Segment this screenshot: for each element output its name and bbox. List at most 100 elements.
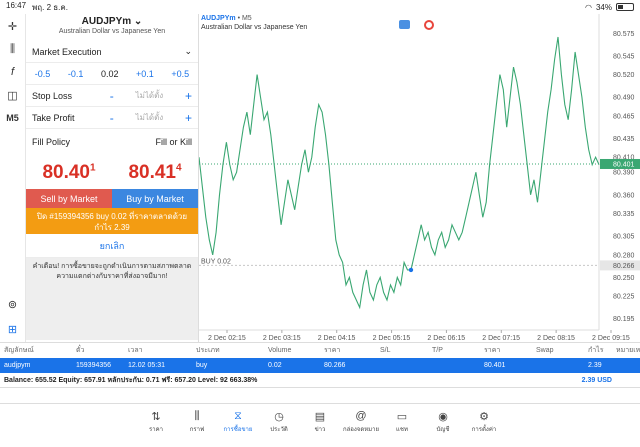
y-tick-label: 80.280 (613, 252, 635, 259)
tab-label: บัญชี (436, 427, 450, 433)
col-swap: Swap (536, 347, 554, 354)
bid-price: 80.401 (42, 162, 95, 184)
depth-of-market-icon[interactable] (424, 20, 434, 30)
chart-title: AUDJPYm • M5 Australian Dollar vs Japane… (201, 14, 307, 32)
table-row[interactable]: audjpym 159394356 12.02 05:31 buy 0.02 8… (0, 358, 640, 373)
stop-loss-plus[interactable]: + (185, 89, 192, 103)
price-display: 80.401 80.414 (26, 157, 198, 189)
one-click-trading-icon[interactable] (399, 20, 410, 29)
price-chart[interactable]: 80.575 80.545 80.520 80.490 80.465 80.435 80.4… (199, 14, 640, 342)
x-tick-label: 2 Dec 05:15 (373, 335, 411, 342)
x-tick-label: 2 Dec 08:15 (537, 335, 575, 342)
history-icon: ◷ (274, 411, 284, 423)
battery-percent: 34% (595, 2, 612, 12)
tab-label: แชท (396, 427, 408, 433)
symbol-name: AUDJPYm (81, 16, 132, 27)
fill-policy-row[interactable]: Fill Policy Fill or Kill (26, 131, 198, 153)
mailbox-icon: @ (355, 410, 367, 422)
buy-by-market-button[interactable]: Buy by Market (112, 189, 198, 208)
volume-plus-01[interactable]: +0.1 (136, 69, 154, 79)
price-series-line (199, 36, 600, 310)
execution-select[interactable]: Market Execution ⌄ (26, 41, 198, 63)
cell-volume: 0.02 (268, 362, 282, 369)
tab-mailbox[interactable]: @ กล่องจดหมาย (341, 404, 382, 447)
col-time: เวลา (128, 347, 143, 354)
tab-history[interactable]: ◷ ประวัติ (259, 404, 300, 447)
tab-label: ข่าว (314, 427, 326, 433)
table-header: สัญลักษณ์ ตั๋ว เวลา ประเภท Volume ราคา S… (0, 342, 640, 358)
col-comment: หมายเหตุ (616, 347, 640, 354)
cell-ticket: 159394356 (76, 362, 112, 369)
volume-plus-05[interactable]: +0.5 (171, 69, 189, 79)
tab-label: การซื้อขาย (223, 427, 253, 433)
tab-chat[interactable]: ▭ แชท (382, 404, 423, 447)
chart-svg[interactable]: 80.575 80.545 80.520 80.490 80.465 80.435 80.4… (199, 14, 640, 342)
ask-sup: 4 (175, 162, 182, 174)
x-tick-label: 2 Dec 04:15 (318, 335, 356, 342)
volume-stepper: -0.5 -0.1 0.02 +0.1 +0.5 (26, 63, 198, 85)
cell-type: buy (196, 362, 208, 369)
execution-label: Market Execution (32, 46, 102, 57)
take-profit-label: Take Profit (32, 112, 75, 123)
candles-icon[interactable]: ⫼ (3, 39, 23, 59)
x-tick-label: 2 Dec 07:15 (482, 335, 520, 342)
chart-timeframe: • M5 (235, 15, 252, 22)
add-window-icon[interactable]: ⊞ (3, 319, 23, 339)
close-position-button[interactable]: ปิด #159394356 buy 0.02 ที่ราคาตลาดด้วย … (26, 208, 198, 234)
take-profit-row: Take Profit - ไม่ได้ตั้ง + (26, 107, 198, 129)
stop-loss-minus[interactable]: - (110, 89, 114, 103)
y-tick-label: 80.390 (613, 170, 635, 177)
volume-minus-05[interactable]: -0.5 (35, 69, 51, 79)
y-tick-label: 80.520 (613, 72, 635, 79)
buy-level-label: 80.266 (613, 263, 635, 270)
symbol-header[interactable]: AUDJPYm ⌄ Australian Dollar vs Japanese … (26, 14, 198, 35)
account-icon: ◉ (438, 411, 448, 423)
ask-main: 80.41 (128, 162, 176, 183)
battery-icon (616, 3, 634, 11)
cancel-button[interactable]: ยกเลิก (26, 234, 198, 258)
volume-value[interactable]: 0.02 (101, 69, 119, 79)
tab-quotes[interactable]: ⇅ ราคา (136, 404, 177, 447)
close-position-text: ปิด #159394356 buy 0.02 ที่ราคาตลาดด้วย (36, 212, 188, 221)
function-icon[interactable]: f (3, 62, 23, 82)
tab-settings[interactable]: ⚙ การตั้งค่า (464, 404, 505, 447)
sell-by-market-button[interactable]: Sell by Market (26, 189, 112, 208)
quotes-icon: ⇅ (151, 411, 161, 423)
stop-loss-input[interactable]: ไม่ได้ตั้ง (136, 89, 164, 102)
timeframe-button[interactable]: M5 (3, 108, 23, 128)
col-volume: Volume (268, 347, 292, 354)
tab-label: ราคา (149, 427, 163, 433)
y-tick-label: 80.225 (613, 294, 635, 301)
chat-icon: ▭ (396, 411, 408, 423)
cell-symbol: audjpym (4, 362, 31, 369)
col-ticket: ตั๋ว (76, 347, 85, 354)
y-tick-label: 80.435 (613, 136, 635, 143)
tab-trade[interactable]: ⧖ การซื้อขาย (218, 404, 259, 447)
current-price-label: 80.401 (613, 161, 635, 168)
y-tick-label: 80.360 (613, 192, 635, 199)
tab-account[interactable]: ◉ บัญชี (423, 404, 464, 447)
crosshair-icon[interactable]: ✛ (3, 16, 23, 36)
settings-icon: ⚙ (479, 411, 489, 423)
chart-scan-icon[interactable]: ⊚ (3, 294, 23, 314)
shapes-icon[interactable]: ◫ (3, 85, 23, 105)
chevron-down-icon: ⌄ (133, 16, 143, 27)
tab-label: กล่องจดหมาย (342, 427, 380, 433)
volume-minus-01[interactable]: -0.1 (68, 69, 84, 79)
stop-loss-label: Stop Loss (32, 90, 73, 101)
status-time: 16:47 (6, 0, 27, 10)
take-profit-plus[interactable]: + (185, 111, 192, 125)
take-profit-input[interactable]: ไม่ได้ตั้ง (136, 111, 164, 124)
col-type: ประเภท (196, 347, 220, 354)
balance-bar: Balance: 655.52 Equity: 657.91 หลักประกั… (0, 373, 640, 388)
tab-label: ประวัติ (270, 427, 288, 433)
tab-news[interactable]: ▤ ข่าว (300, 404, 341, 447)
chevron-down-icon: ⌄ (184, 46, 192, 56)
status-date: พฤ. 2 ธ.ค. (32, 2, 68, 12)
x-tick-label: 2 Dec 09:15 (592, 335, 630, 342)
tab-chart[interactable]: ⫼ กราฟ (177, 404, 218, 447)
order-panel: AUDJPYm ⌄ Australian Dollar vs Japanese … (26, 14, 199, 342)
tab-label: การตั้งค่า (471, 427, 497, 433)
take-profit-minus[interactable]: - (110, 111, 114, 125)
cell-price: 80.266 (324, 362, 346, 369)
